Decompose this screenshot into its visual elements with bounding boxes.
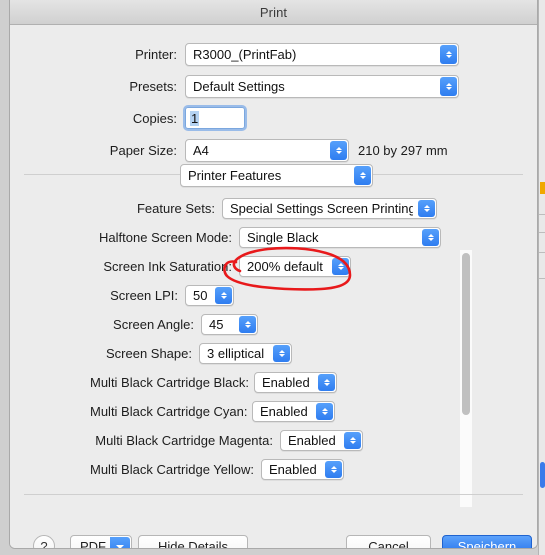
copies-input-value: 1: [190, 110, 200, 126]
screen-angle-row: Screen Angle: 45: [90, 314, 258, 335]
paper-size-row: Paper Size: A4 210 by 297 mm: [82, 139, 448, 162]
presets-row: Presets: Default Settings: [120, 75, 459, 98]
chevron-updown-icon: [318, 374, 335, 391]
multi-black-cartridge-cyan-row: Multi Black Cartridge Cyan: Enabled: [90, 401, 335, 422]
chevron-updown-icon: [215, 287, 232, 304]
chevron-updown-icon: [440, 45, 457, 64]
chevron-updown-icon: [440, 77, 457, 96]
dialog-button-bar: ? PDF Hide Details Cancel Speichern: [10, 525, 537, 549]
options-scrollbar-thumb[interactable]: [462, 253, 470, 415]
multi-black-cartridge-black-row: Multi Black Cartridge Black: Enabled: [90, 372, 337, 393]
chevron-updown-icon: [332, 258, 349, 275]
multi-black-cartridge-yellow-select[interactable]: Enabled: [261, 459, 344, 480]
screen-shape-row: Screen Shape: 3 elliptical: [90, 343, 292, 364]
background-window-button: [540, 462, 545, 488]
print-dialog: Print Printer: R3000_(PrintFab) Presets:…: [9, 0, 538, 549]
screen-lpi-select[interactable]: 50: [185, 285, 234, 306]
multi-black-cartridge-black-select-value: Enabled: [262, 375, 310, 390]
background-window-line: [539, 252, 545, 253]
feature-sets-select-value: Special Settings Screen Printing: [230, 201, 413, 216]
save-button[interactable]: Speichern: [442, 535, 532, 548]
screen-ink-saturation-select[interactable]: 200% default: [239, 256, 351, 277]
chevron-down-icon: [110, 537, 130, 548]
paper-size-label: Paper Size:: [109, 143, 177, 158]
chevron-updown-icon: [325, 461, 342, 478]
multi-black-cartridge-yellow-select-value: Enabled: [269, 462, 317, 477]
multi-black-cartridge-yellow-label: Multi Black Cartridge Yellow:: [90, 462, 255, 477]
copies-label: Copies:: [132, 110, 177, 126]
halftone-screen-mode-select[interactable]: Single Black: [239, 227, 441, 248]
pdf-button[interactable]: PDF: [70, 535, 132, 549]
background-window-line: [539, 278, 545, 279]
multi-black-cartridge-magenta-select-value: Enabled: [288, 433, 336, 448]
halftone-screen-mode-row: Halftone Screen Mode: Single Black: [90, 227, 441, 248]
multi-black-cartridge-black-select[interactable]: Enabled: [254, 372, 337, 393]
multi-black-cartridge-yellow-row: Multi Black Cartridge Yellow: Enabled: [90, 459, 344, 480]
screen-shape-label: Screen Shape:: [105, 346, 192, 361]
screen-ink-saturation-label: Screen Ink Saturation:: [103, 259, 232, 274]
chevron-updown-icon: [330, 141, 347, 160]
chevron-updown-icon: [273, 345, 290, 362]
screen-lpi-row: Screen LPI: 50: [90, 285, 234, 306]
multi-black-cartridge-cyan-select[interactable]: Enabled: [252, 401, 335, 422]
copies-row: Copies: 1: [120, 105, 247, 131]
help-button[interactable]: ?: [33, 535, 55, 548]
printer-label: Printer:: [135, 47, 177, 62]
chevron-updown-icon: [422, 229, 439, 246]
halftone-screen-mode-label: Halftone Screen Mode:: [99, 230, 232, 245]
copies-input[interactable]: 1: [183, 105, 247, 131]
print-pane-select-value: Printer Features: [188, 168, 282, 183]
paper-size-select-value: A4: [193, 143, 209, 158]
multi-black-cartridge-cyan-select-value: Enabled: [260, 404, 308, 419]
bottom-divider: [24, 494, 523, 495]
paper-size-dimensions: 210 by 297 mm: [358, 143, 448, 158]
paper-size-select[interactable]: A4: [185, 139, 349, 162]
background-window-accent: [540, 182, 545, 194]
dialog-body: Printer: R3000_(PrintFab) Presets: Defau…: [10, 25, 537, 549]
multi-black-cartridge-magenta-label: Multi Black Cartridge Magenta:: [95, 433, 273, 448]
screen-ink-saturation-row: Screen Ink Saturation: 200% default: [90, 256, 351, 277]
presets-select[interactable]: Default Settings: [185, 75, 459, 98]
printer-select-value: R3000_(PrintFab): [193, 47, 297, 62]
feature-sets-label: Feature Sets:: [136, 201, 215, 216]
dialog-titlebar: Print: [10, 0, 537, 25]
chevron-updown-icon: [354, 166, 371, 185]
printer-row: Printer: R3000_(PrintFab): [120, 43, 459, 66]
chevron-updown-icon: [239, 316, 256, 333]
screen-angle-select[interactable]: 45: [201, 314, 258, 335]
background-window-line: [539, 232, 545, 233]
chevron-updown-icon: [418, 200, 435, 217]
multi-black-cartridge-magenta-row: Multi Black Cartridge Magenta: Enabled: [90, 430, 363, 451]
printer-select[interactable]: R3000_(PrintFab): [185, 43, 459, 66]
presets-select-value: Default Settings: [193, 79, 285, 94]
print-pane-select[interactable]: Printer Features: [180, 164, 373, 187]
screen-shape-select[interactable]: 3 elliptical: [199, 343, 292, 364]
multi-black-cartridge-magenta-select[interactable]: Enabled: [280, 430, 363, 451]
screen-angle-label: Screen Angle:: [113, 317, 194, 332]
multi-black-cartridge-cyan-label: Multi Black Cartridge Cyan:: [90, 404, 248, 419]
multi-black-cartridge-black-label: Multi Black Cartridge Black:: [90, 375, 249, 390]
chevron-updown-icon: [316, 403, 333, 420]
chevron-updown-icon: [344, 432, 361, 449]
background-window-line: [539, 214, 545, 215]
pdf-button-label: PDF: [80, 539, 106, 549]
feature-sets-select[interactable]: Special Settings Screen Printing: [222, 198, 437, 219]
screen-lpi-select-value: 50: [193, 288, 208, 303]
presets-label: Presets:: [129, 79, 177, 94]
hide-details-button[interactable]: Hide Details: [138, 535, 248, 548]
screen-ink-saturation-select-value: 200% default: [247, 259, 323, 274]
screen-shape-select-value: 3 elliptical: [207, 346, 265, 361]
screen-lpi-label: Screen LPI:: [110, 288, 178, 303]
halftone-screen-mode-select-value: Single Black: [247, 230, 319, 245]
feature-sets-row: Feature Sets: Special Settings Screen Pr…: [90, 198, 437, 219]
dialog-title: Print: [259, 4, 288, 20]
screen-angle-select-value: 45: [209, 317, 224, 332]
cancel-button[interactable]: Cancel: [346, 535, 431, 548]
